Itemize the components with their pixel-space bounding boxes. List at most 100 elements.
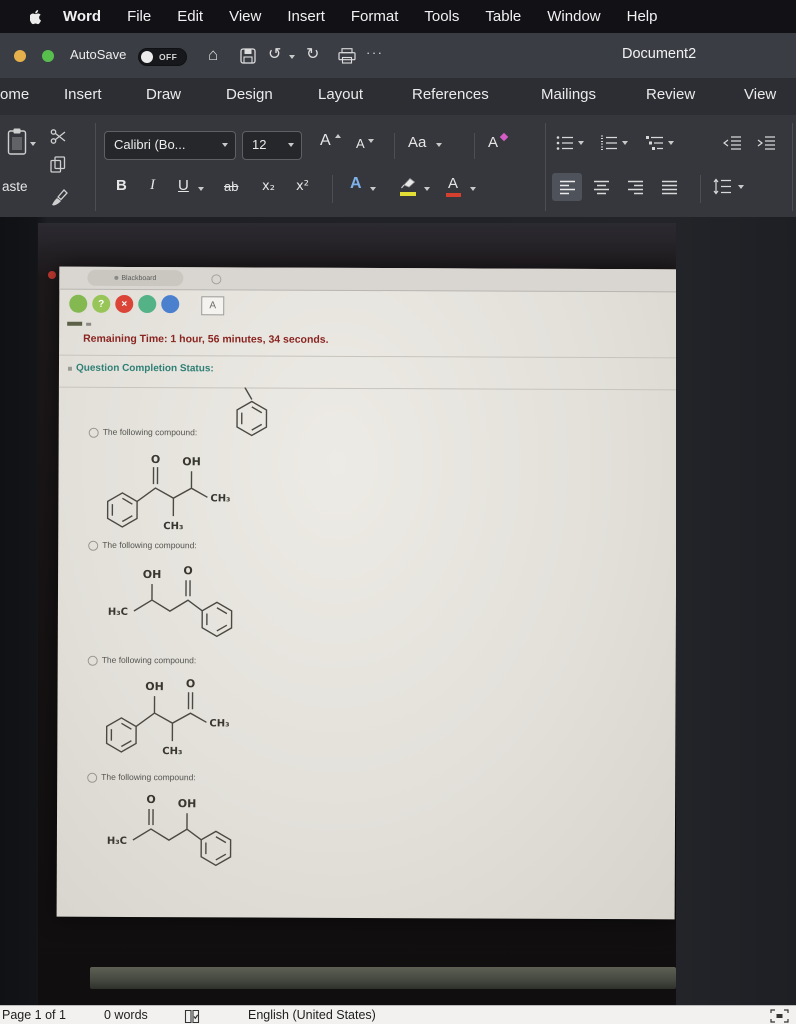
multilevel-list-icon[interactable] <box>646 135 664 151</box>
text-effects-button[interactable]: A <box>350 175 362 193</box>
menu-item-edit[interactable]: Edit <box>177 8 203 25</box>
word-count[interactable]: 0 words <box>104 1008 148 1022</box>
font-size-select[interactable]: 12 <box>242 131 302 160</box>
text-effects-chevron-icon <box>370 187 376 191</box>
menu-item-window[interactable]: Window <box>547 8 600 25</box>
subscript-button[interactable]: x₂ <box>262 179 275 194</box>
tab-view[interactable]: View <box>744 86 776 103</box>
menu-item-view[interactable]: View <box>229 8 261 25</box>
tab-review[interactable]: Review <box>646 86 695 103</box>
decrease-indent-icon[interactable] <box>722 135 742 151</box>
ribbon: aste Calibri (Bo... 12 A A Aa A B I U ab… <box>0 115 796 217</box>
clear-formatting-button[interactable]: A <box>488 134 498 151</box>
increase-indent-icon[interactable] <box>756 135 776 151</box>
refresh-circle-icon <box>138 294 157 314</box>
mini-toolbar-dot <box>86 322 92 326</box>
strikethrough-button[interactable]: ab <box>224 179 238 194</box>
numbered-list-chevron-icon <box>622 141 628 145</box>
svg-text:OH: OH <box>182 455 201 468</box>
ribbon-tab-bar: ome Insert Draw Design Layout References… <box>0 78 796 115</box>
change-case-chevron-icon <box>436 143 442 147</box>
svg-text:O: O <box>146 793 155 806</box>
bullet-list-icon[interactable] <box>556 135 574 151</box>
svg-text:OH: OH <box>143 568 162 581</box>
tab-layout[interactable]: Layout <box>318 86 363 103</box>
home-icon[interactable]: ⌂ <box>208 46 218 64</box>
paste-button-label[interactable]: aste <box>2 179 28 194</box>
font-size-value: 12 <box>252 137 267 152</box>
numbered-list-icon[interactable] <box>600 135 618 151</box>
bold-button[interactable]: B <box>116 177 127 194</box>
browser-tab-label: Blackboard <box>121 274 157 282</box>
menu-item-help[interactable]: Help <box>627 8 658 25</box>
align-center-button[interactable] <box>593 180 610 195</box>
macos-menu-bar: Word File Edit View Insert Format Tools … <box>0 0 796 33</box>
minimize-button[interactable] <box>14 50 26 62</box>
font-color-bar <box>446 193 461 197</box>
menu-item-file[interactable]: File <box>127 8 151 25</box>
mini-divider <box>700 175 701 203</box>
menu-item-table[interactable]: Table <box>485 8 521 25</box>
focus-mode-icon[interactable] <box>770 1009 789 1023</box>
highlight-color-icon[interactable] <box>400 175 418 189</box>
menu-item-tools[interactable]: Tools <box>424 8 459 25</box>
document-canvas[interactable]: Blackboard ? × A Remaining Time: 1 hour,… <box>0 217 796 1005</box>
underline-chevron-icon[interactable] <box>198 187 204 191</box>
align-left-button[interactable] <box>559 180 576 195</box>
tab-design[interactable]: Design <box>226 86 273 103</box>
page-count[interactable]: Page 1 of 1 <box>2 1008 66 1022</box>
word-application-window: Word File Edit View Insert Format Tools … <box>0 0 796 1024</box>
tab-home[interactable]: ome <box>0 86 29 103</box>
menu-item-word[interactable]: Word <box>63 8 101 25</box>
photographed-browser-screen: Blackboard ? × A Remaining Time: 1 hour,… <box>56 266 676 920</box>
app-circle-icon <box>161 295 180 314</box>
svg-text:H₃C: H₃C <box>108 607 128 618</box>
font-name-select[interactable]: Calibri (Bo... <box>104 131 236 160</box>
apple-logo-icon[interactable] <box>30 9 43 25</box>
change-case-button[interactable]: Aa <box>408 134 426 151</box>
superscript-button[interactable]: x² <box>296 179 309 194</box>
autosave-toggle[interactable]: OFF <box>138 48 187 66</box>
tab-draw[interactable]: Draw <box>146 86 181 103</box>
menu-item-format[interactable]: Format <box>351 8 399 25</box>
print-icon[interactable] <box>338 48 356 64</box>
more-commands-icon[interactable]: ··· <box>366 45 384 60</box>
svg-text:CH₃: CH₃ <box>210 493 230 504</box>
line-spacing-icon[interactable] <box>712 178 732 195</box>
spellcheck-icon[interactable] <box>184 1009 200 1024</box>
underline-button[interactable]: U <box>178 177 189 194</box>
copy-icon[interactable] <box>50 156 66 173</box>
align-right-button[interactable] <box>627 180 644 195</box>
cut-icon[interactable] <box>50 128 67 145</box>
question-completion-status: Question Completion Status: <box>75 362 214 375</box>
tab-mailings[interactable]: Mailings <box>541 86 596 103</box>
answer-option-label: The following compound: <box>102 539 197 551</box>
document-title: Document2 <box>622 46 697 62</box>
svg-text:H₃C: H₃C <box>107 836 127 847</box>
paste-clipboard-icon[interactable] <box>5 127 29 157</box>
format-painter-icon[interactable] <box>50 187 68 207</box>
autosave-label: AutoSave <box>70 47 127 62</box>
embedded-photo[interactable]: Blackboard ? × A Remaining Time: 1 hour,… <box>38 223 676 1005</box>
group-divider <box>545 123 546 211</box>
shrink-font-caret-icon <box>368 139 374 143</box>
zoom-button[interactable] <box>42 50 54 62</box>
browser-tab: Blackboard <box>87 269 184 287</box>
grow-font-caret-icon <box>335 134 341 138</box>
redo-icon[interactable]: ↻ <box>306 46 319 64</box>
language-indicator[interactable]: English (United States) <box>248 1008 376 1022</box>
svg-text:O: O <box>183 564 192 577</box>
undo-chevron-icon[interactable] <box>289 55 295 59</box>
font-color-button[interactable]: A <box>448 175 458 192</box>
answer-radio <box>88 427 99 438</box>
grow-font-button[interactable]: A <box>320 132 331 150</box>
tab-references[interactable]: References <box>412 86 489 103</box>
menu-item-insert[interactable]: Insert <box>287 8 325 25</box>
shrink-font-button[interactable]: A <box>356 136 365 151</box>
save-icon[interactable] <box>240 48 256 64</box>
undo-icon[interactable]: ↺ <box>268 46 281 64</box>
paste-chevron-icon[interactable] <box>30 142 36 146</box>
tab-insert[interactable]: Insert <box>64 86 102 103</box>
italic-button[interactable]: I <box>150 177 155 194</box>
justify-button[interactable] <box>661 180 678 195</box>
